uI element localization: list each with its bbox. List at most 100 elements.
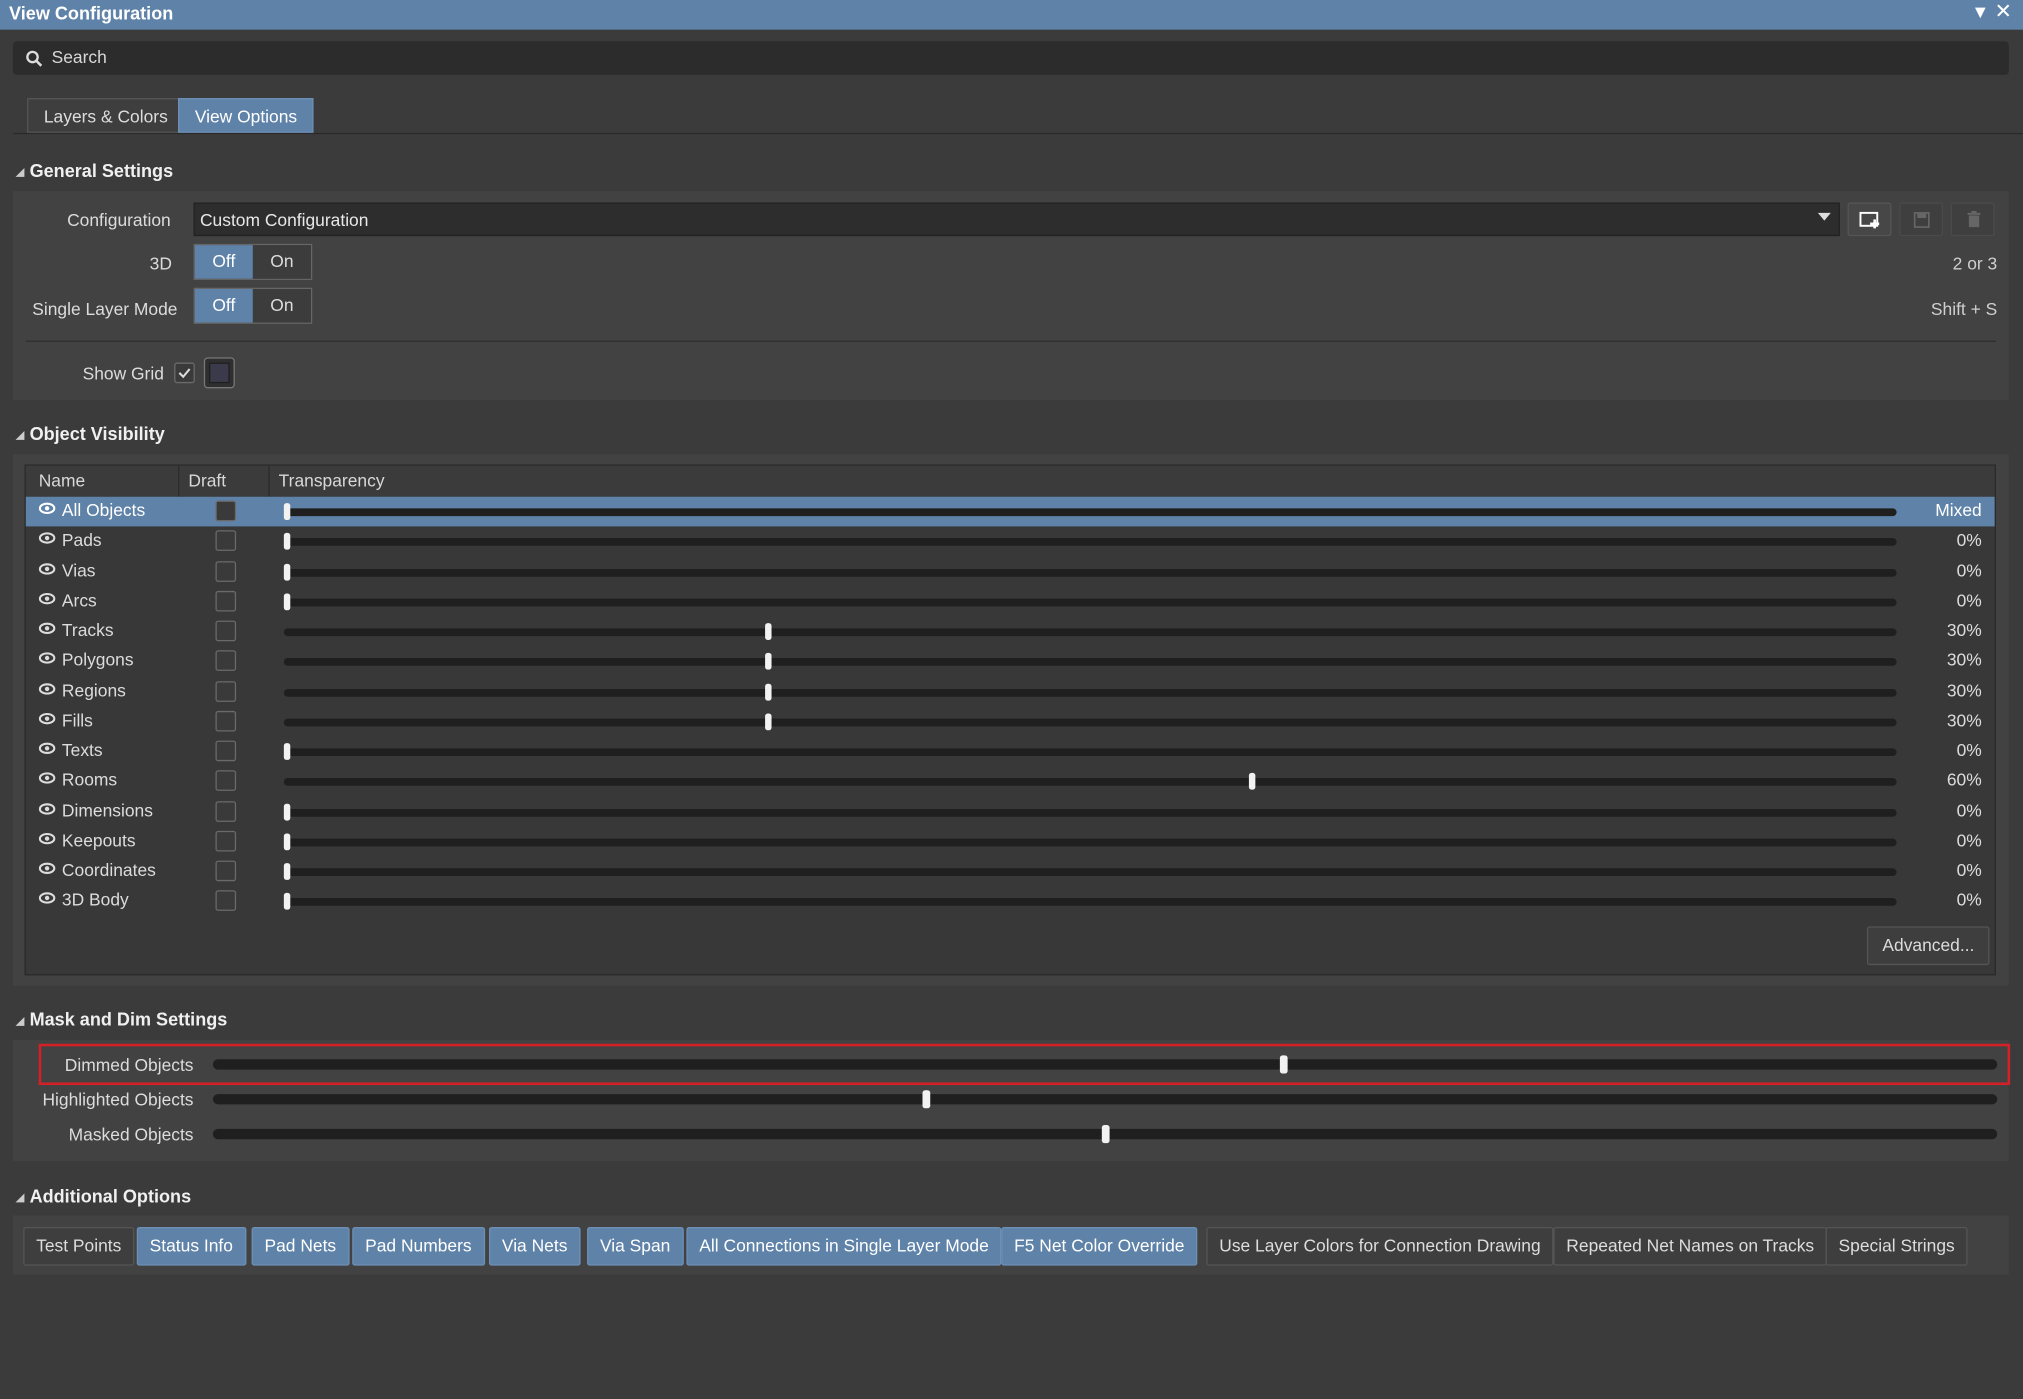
transparency-slider[interactable] [283,628,1897,637]
column-header-draft[interactable]: Draft [188,471,226,490]
add-configuration-button[interactable] [1847,202,1892,237]
draft-checkbox[interactable] [215,770,237,792]
transparency-slider-thumb[interactable] [283,593,291,610]
option-chip[interactable]: Via Span [587,1226,684,1266]
transparency-slider-thumb[interactable] [283,863,291,880]
eye-icon[interactable] [38,622,56,635]
draft-checkbox[interactable] [215,650,237,672]
draft-checkbox[interactable] [215,680,237,702]
eye-icon[interactable] [38,802,56,815]
table-row[interactable]: Tracks 30% [26,617,1995,647]
draft-checkbox[interactable] [215,710,237,732]
draft-checkbox[interactable] [215,560,237,582]
option-chip[interactable]: All Connections in Single Layer Mode [686,1226,1002,1266]
tab-view-options[interactable]: View Options [178,98,314,133]
table-row[interactable]: Polygons 30% [26,647,1995,677]
transparency-slider-thumb[interactable] [283,563,291,580]
transparency-slider[interactable] [283,658,1897,667]
highlighted-objects-slider-thumb[interactable] [922,1090,931,1109]
table-row[interactable]: Vias 0% [26,557,1995,587]
transparency-slider[interactable] [283,568,1897,577]
table-row[interactable]: Keepouts 0% [26,827,1995,857]
table-row[interactable]: Coordinates 0% [26,857,1995,887]
3d-off-option[interactable]: Off [194,245,253,279]
draft-checkbox[interactable] [215,890,237,912]
3d-toggle[interactable]: Off On [193,243,313,280]
transparency-slider[interactable] [283,508,1897,517]
eye-icon[interactable] [38,832,56,845]
dimmed-objects-slider[interactable] [212,1055,1998,1074]
option-chip[interactable]: Special Strings [1825,1226,1968,1266]
dimmed-objects-slider-thumb[interactable] [1279,1055,1288,1074]
single-layer-toggle[interactable]: Off On [193,287,313,324]
grid-color-swatch[interactable] [203,357,235,389]
transparency-slider[interactable] [283,598,1897,607]
eye-icon[interactable] [38,502,56,515]
transparency-slider[interactable] [283,538,1897,547]
draft-checkbox[interactable] [215,860,237,882]
object-visibility-header[interactable]: ◢ Object Visibility [15,423,164,444]
draft-checkbox[interactable] [215,830,237,852]
single-layer-off-option[interactable]: Off [194,289,253,323]
draft-checkbox[interactable] [215,500,237,522]
draft-checkbox[interactable] [215,800,237,822]
show-grid-checkbox[interactable] [174,362,195,384]
option-chip[interactable]: Test Points [23,1226,135,1266]
table-row[interactable]: Texts 0% [26,737,1995,767]
transparency-slider[interactable] [283,718,1897,727]
eye-icon[interactable] [38,562,56,575]
highlighted-objects-slider[interactable] [212,1090,1998,1109]
masked-objects-slider[interactable] [212,1125,1998,1144]
draft-checkbox[interactable] [215,740,237,762]
column-header-name[interactable]: Name [39,471,85,490]
general-settings-header[interactable]: ◢ General Settings [15,160,173,181]
advanced-button[interactable]: Advanced... [1866,926,1990,966]
eye-icon[interactable] [38,862,56,875]
table-row[interactable]: Pads 0% [26,527,1995,557]
table-row[interactable]: 3D Body 0% [26,887,1995,917]
save-configuration-button[interactable] [1899,202,1944,237]
transparency-slider-thumb[interactable] [283,743,291,760]
draft-checkbox[interactable] [215,530,237,552]
option-chip[interactable]: Use Layer Colors for Connection Drawing [1206,1226,1554,1266]
transparency-slider-thumb[interactable] [283,803,291,820]
transparency-slider-thumb[interactable] [283,533,291,550]
eye-icon[interactable] [38,712,56,725]
eye-icon[interactable] [38,652,56,665]
transparency-slider[interactable] [283,778,1897,787]
option-chip[interactable]: Repeated Net Names on Tracks [1553,1226,1828,1266]
transparency-slider-thumb[interactable] [283,833,291,850]
table-row[interactable]: All Objects Mixed [25,496,1995,527]
triangle-down-icon[interactable]: ▼ [1971,1,1989,22]
table-row[interactable]: Fills 30% [26,707,1995,737]
eye-icon[interactable] [38,892,56,905]
configuration-dropdown[interactable]: Custom Configuration [193,202,1840,237]
eye-icon[interactable] [38,772,56,785]
close-icon[interactable]: ✕ [1995,0,2012,25]
transparency-slider-thumb[interactable] [283,503,291,520]
draft-checkbox[interactable] [215,620,237,642]
additional-options-header[interactable]: ◢ Additional Options [15,1186,191,1207]
transparency-slider-thumb[interactable] [283,893,291,910]
transparency-slider[interactable] [283,868,1897,877]
single-layer-on-option[interactable]: On [252,289,311,323]
transparency-slider[interactable] [283,688,1897,697]
transparency-slider[interactable] [283,838,1897,847]
masked-objects-slider-thumb[interactable] [1101,1125,1109,1144]
transparency-slider-thumb[interactable] [765,683,772,700]
draft-checkbox[interactable] [215,590,237,612]
transparency-slider-thumb[interactable] [765,653,772,670]
transparency-slider-thumb[interactable] [1248,773,1256,790]
table-row[interactable]: Regions 30% [26,677,1995,707]
option-chip[interactable]: Status Info [136,1226,246,1266]
search-input[interactable]: Search [12,41,2009,75]
option-chip[interactable]: F5 Net Color Override [1001,1226,1198,1266]
option-chip[interactable]: Via Nets [488,1226,581,1266]
transparency-slider[interactable] [283,898,1897,907]
tab-layers-colors[interactable]: Layers & Colors [27,98,185,133]
eye-icon[interactable] [38,682,56,695]
option-chip[interactable]: Pad Nets [251,1226,350,1266]
eye-icon[interactable] [38,532,56,545]
option-chip[interactable]: Pad Numbers [352,1226,485,1266]
delete-configuration-button[interactable] [1950,202,1995,237]
